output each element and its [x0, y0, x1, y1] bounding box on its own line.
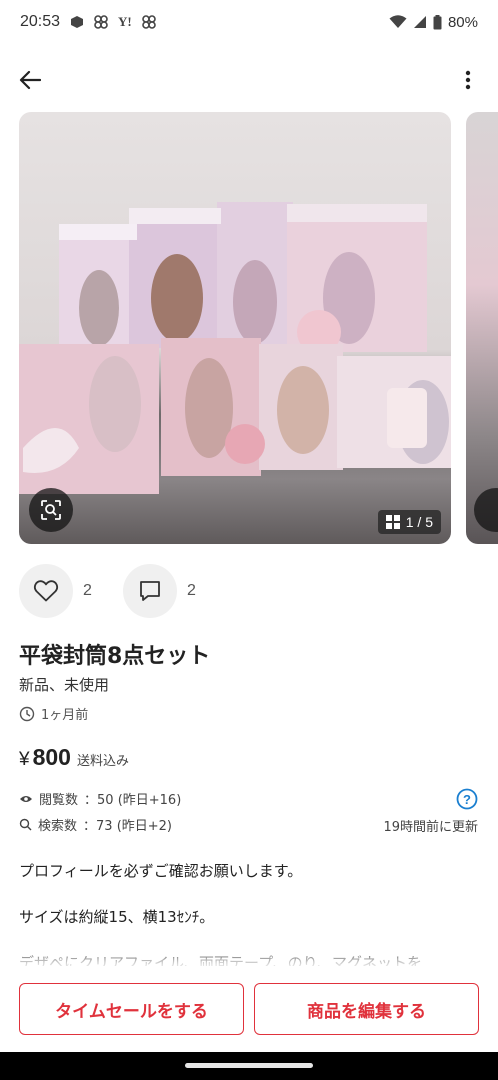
- views-label: 閲覧数: [39, 793, 79, 808]
- notification-icons: Y!: [70, 14, 157, 30]
- comment-button[interactable]: [123, 564, 177, 618]
- eye-icon: [20, 795, 32, 802]
- battery-percent: 80%: [447, 13, 478, 31]
- item-title: 平袋封筒8点セット: [19, 644, 211, 669]
- posted-time: 1ヶ月前: [19, 704, 88, 723]
- searches-value: ：73 (昨日+2): [83, 819, 172, 834]
- item-price: 800: [32, 744, 71, 770]
- like-button[interactable]: [19, 564, 73, 618]
- comment-icon: [140, 581, 160, 601]
- search-icon: [19, 818, 32, 831]
- system-navigation-bar: [0, 1052, 498, 1080]
- status-bar: 20:53 Y! 80%: [0, 0, 498, 44]
- action-row: 2 2: [19, 564, 215, 618]
- item-condition: 新品、未使用: [19, 676, 110, 694]
- description-line: プロフィールを必ずご確認お願いします。: [19, 862, 303, 880]
- app-icon: [71, 16, 84, 28]
- image-search-button[interactable]: [29, 488, 73, 532]
- clock-icon: [19, 706, 35, 721]
- home-gesture-handle[interactable]: [185, 1063, 313, 1068]
- like-count: 2: [83, 582, 92, 599]
- time-sale-button[interactable]: タイムセールをする: [19, 983, 244, 1035]
- signal-icon: [413, 16, 426, 28]
- photo-page-counter: 1 / 5: [377, 510, 441, 534]
- posted-time-text: 1ヶ月前: [41, 708, 89, 723]
- views-stat: 閲覧数 ：50 (昨日+16): [19, 789, 181, 808]
- status-time: 20:53: [20, 13, 61, 30]
- item-photo[interactable]: 1 / 5: [19, 112, 451, 544]
- page-indicator-text: 1 / 5: [405, 514, 433, 530]
- wifi-icon: [389, 15, 407, 28]
- edit-item-button[interactable]: 商品を編集する: [254, 983, 479, 1035]
- image-search-icon: [41, 500, 61, 520]
- image-search-button-next[interactable]: [474, 488, 498, 532]
- svg-text:?: ?: [463, 792, 471, 807]
- more-vertical-icon: [465, 70, 471, 90]
- status-right: 80%: [389, 14, 478, 31]
- photo-carousel[interactable]: 1 / 5: [0, 112, 498, 544]
- yahoo-icon: Y!: [118, 14, 132, 29]
- grid-icon: [385, 515, 400, 529]
- back-button[interactable]: [14, 64, 46, 96]
- price-row: ¥ 800 送料込み: [19, 744, 129, 771]
- pinwheel-icon: [141, 15, 156, 29]
- help-icon[interactable]: ?: [456, 788, 478, 810]
- shipping-label: 送料込み: [76, 754, 129, 769]
- pinwheel-icon: [94, 15, 108, 29]
- updated-time: 19時間前に更新: [383, 820, 478, 835]
- heart-icon: [33, 580, 59, 602]
- battery-icon: [433, 14, 442, 29]
- bottom-action-bar: タイムセールをする 商品を編集する: [0, 966, 498, 1052]
- back-arrow-icon: [19, 70, 41, 90]
- description-line: サイズは約縦15、横13ｾﾝﾁ。: [19, 908, 215, 926]
- comment-count: 2: [187, 582, 196, 599]
- currency-symbol: ¥: [19, 749, 30, 770]
- more-options-button[interactable]: [456, 64, 480, 96]
- item-photo-image: [19, 202, 451, 494]
- next-photo-preview[interactable]: [466, 112, 498, 544]
- views-value: ：50 (昨日+16): [84, 793, 182, 808]
- app-bar: [0, 56, 498, 102]
- searches-stat: 検索数 ：73 (昨日+2): [19, 815, 172, 834]
- searches-label: 検索数: [38, 819, 78, 834]
